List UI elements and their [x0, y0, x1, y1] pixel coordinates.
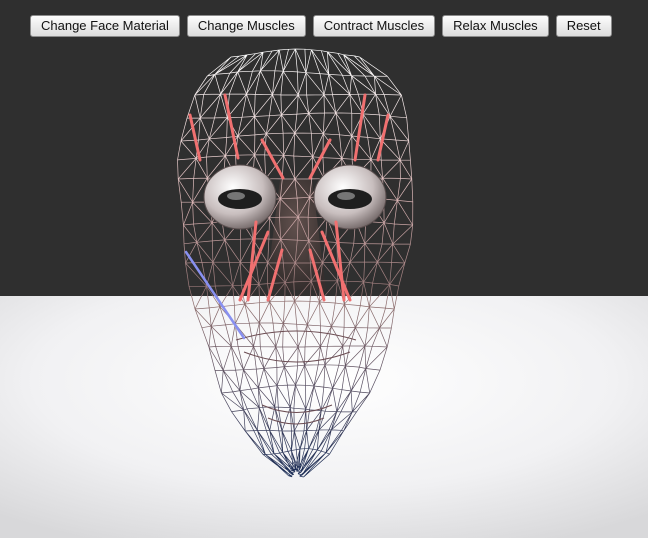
reset-button[interactable]: Reset [555, 15, 612, 37]
scene-canvas[interactable] [0, 0, 648, 538]
3d-viewport[interactable] [0, 0, 648, 538]
change-face-material-button[interactable]: Change Face Material [30, 15, 180, 37]
relax-muscles-button[interactable]: Relax Muscles [442, 15, 549, 37]
face-muscle-demo-window: Change Face Material Change Muscles Cont… [0, 0, 648, 538]
contract-muscles-button[interactable]: Contract Muscles [312, 15, 436, 37]
toolbar: Change Face Material Change Muscles Cont… [30, 15, 612, 37]
change-muscles-button[interactable]: Change Muscles [186, 15, 306, 37]
scene-floor [0, 296, 648, 538]
